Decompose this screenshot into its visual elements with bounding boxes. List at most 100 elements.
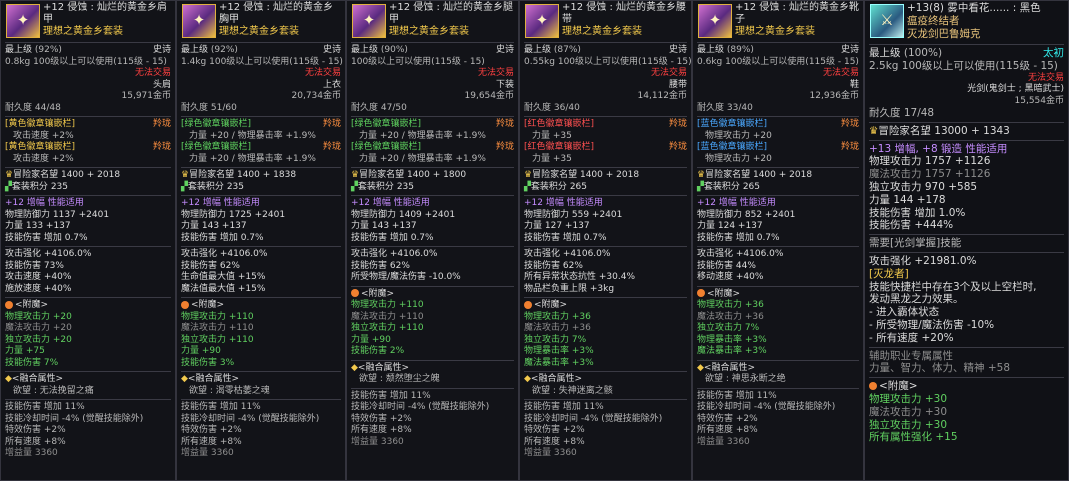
durability-label: 耐久度 — [524, 102, 552, 113]
weapon-ex-5: - 所有速度 +20% — [869, 331, 954, 344]
set-points-value: 235 — [396, 181, 414, 192]
emblem-slot-2[interactable]: [绿色徽章镶嵌栏] — [351, 142, 421, 154]
item-price: 14,112金币 — [637, 91, 688, 101]
enchant-stat: 魔法攻击力 +36 — [697, 311, 764, 322]
weapon-ench-2: 魔法攻击力 +30 — [869, 405, 947, 418]
enchant-stat: 技能伤害 2% — [351, 346, 405, 356]
enchant-stat: 力量 +90 — [351, 334, 391, 345]
item-req: 100级以上可以使用(115级 - 15) — [33, 56, 167, 67]
set-points-icon: ▞ — [697, 181, 704, 192]
fusion-title: <融合属性> — [187, 374, 240, 384]
fusion-line-5: 增益量 3360 — [181, 448, 234, 458]
emblem-stat-2: 物理攻击力 +20 — [705, 153, 772, 164]
enchant-stat: 技能伤害 3% — [181, 357, 235, 368]
fusion-title: <融合属性> — [530, 374, 583, 384]
item-rarity: 史诗 — [322, 45, 341, 55]
weapon-ench-3: 独立攻击力 +30 — [869, 418, 947, 431]
weapon-req: 100级以上可以使用(115级 - 15) — [901, 59, 1058, 72]
adv-label: 冒险家名望 — [532, 170, 578, 180]
item-set: 理想之黄金乡套装 — [562, 26, 642, 37]
item-req: 100级以上可以使用(115级 - 15) — [725, 56, 859, 67]
enchant-stat: 物理攻击力 +36 — [524, 311, 591, 322]
fusion-line-2: 技能冷却时间 -4% (觉醒技能除外) — [181, 413, 320, 424]
emblem-stat-1: 物理攻击力 +20 — [705, 130, 772, 141]
item-req: 100级以上可以使用(115级 - 15) — [351, 56, 485, 67]
weapon-icon[interactable]: ⚔ — [870, 4, 904, 38]
enchant-stat: 物理暴击率 +3% — [524, 346, 594, 356]
fusion-line-3: 特效伤害 +2% — [697, 413, 758, 424]
armor-icon[interactable]: ✦ — [352, 4, 386, 38]
weapon-pct: (100%) — [903, 47, 943, 59]
fame-icon: ♛ — [5, 170, 14, 180]
adv-label: 冒险家名望 — [189, 170, 235, 180]
item-durability: 47/50 — [380, 102, 407, 113]
emblem-stat-1: 力量 +20 / 物理暴击率 +1.9% — [359, 130, 486, 141]
emblem-slot-2[interactable]: [绿色徽章镶嵌栏] — [181, 142, 251, 154]
weapon-stat-6: 技能伤害 +444% — [869, 219, 954, 232]
amp-line: +12 增幅 性能适用 — [5, 198, 84, 208]
emblem-slot-1[interactable]: [红色徽章镶嵌栏] — [524, 119, 594, 131]
durability-label: 耐久度 — [351, 102, 379, 113]
base-stat-2: 力量 124 +137 — [697, 221, 763, 231]
set-points-icon: ▞ — [5, 181, 12, 192]
weapon-aux-2: 力量、智力、体力、精神 +58 — [869, 362, 1010, 375]
emblem-slot-1[interactable]: [黄色徽章镶嵌栏] — [5, 119, 75, 131]
option-stat: 攻击强化 +4106.0% — [697, 249, 784, 259]
base-stat-2: 力量 143 +137 — [351, 221, 417, 231]
weapon-ex-2: 发动黑龙之力效果。 — [869, 293, 964, 306]
base-stat-2: 力量 127 +137 — [524, 221, 590, 231]
item-slot: 下装 — [495, 79, 514, 90]
weapon-title: +13(8) 雾中看花...... : 黑色 — [907, 2, 1041, 14]
emblem-slot-2[interactable]: [黄色徽章镶嵌栏] — [5, 142, 75, 154]
base-stat-3: 技能伤害 增加 0.7% — [351, 232, 434, 243]
armor-tooltip-2: ✦ +12 侵蚀 : 灿烂的黄金乡胸甲 理想之黄金乡套装 最上级 (92%) 史诗… — [176, 0, 346, 481]
weapon-need: 需要[光剑掌握]技能 — [869, 237, 962, 250]
armor-icon[interactable]: ✦ — [698, 4, 732, 38]
set-points-label: 套装积分 — [357, 181, 394, 192]
option-stat: 施放速度 +40% — [5, 283, 72, 294]
fusion-line-4: 所有速度 +8% — [697, 425, 758, 435]
item-pct: (90%) — [380, 45, 408, 55]
emblem-slot-2[interactable]: [蓝色徽章镶嵌栏] — [697, 142, 767, 154]
weapon-class: 光剑(鬼剑士 ; 黑暗武士) — [967, 84, 1064, 95]
item-untradable: 无法交易 — [477, 68, 514, 78]
option-stat: 所有异常状态抗性 +30.4% — [524, 272, 635, 282]
armor-icon[interactable]: ✦ — [182, 4, 216, 38]
weapon-ench-1: 物理攻击力 +30 — [869, 393, 947, 406]
emblem-slot-1[interactable]: [绿色徽章镶嵌栏] — [181, 119, 251, 131]
item-untradable: 无法交易 — [822, 68, 859, 78]
weapon-untradable: 无法交易 — [1027, 72, 1064, 83]
item-rarity: 史诗 — [668, 45, 687, 55]
item-req: 100级以上可以使用(115级 - 15) — [209, 56, 343, 67]
option-stat: 所受物理/魔法伤害 -10.0% — [351, 272, 461, 282]
emblem-slot-1[interactable]: [蓝色徽章镶嵌栏] — [697, 119, 767, 131]
fusion-desire: 欲望 : 颓然堕尘之魄 — [359, 374, 440, 384]
armor-icon[interactable]: ✦ — [6, 4, 40, 38]
enchant-stat: 魔法攻击力 +36 — [524, 323, 591, 333]
weapon-weight: 2.5kg — [869, 59, 899, 72]
emblem-stat-2: 力量 +35 — [532, 153, 572, 164]
fusion-line-2: 技能冷却时间 -4% (觉醒技能除外) — [697, 402, 836, 412]
weapon-ench-4: 所有属性强化 +15 — [869, 431, 958, 444]
adv-label: 冒险家名望 — [13, 170, 59, 180]
item-title: +12 侵蚀 : 灿烂的黄金乡靴子 — [735, 2, 860, 25]
fusion-line-5: 增益量 3360 — [351, 436, 404, 447]
emblem-stat-1: 攻击速度 +2% — [13, 130, 74, 141]
armor-tooltip-1: ✦ +12 侵蚀 : 灿烂的黄金乡肩甲 理想之黄金乡套装 最上级 (92%) 史诗… — [0, 0, 176, 481]
weapon-set: 灭龙剑巴鲁姆克 — [907, 27, 981, 40]
base-stat-2: 力量 143 +137 — [181, 221, 247, 231]
enchant-stat: 物理暴击率 +3% — [697, 334, 767, 345]
item-set: 理想之黄金乡套装 — [389, 26, 469, 37]
emblem-stat-2: 攻击速度 +2% — [13, 153, 74, 164]
emblem-slot-2[interactable]: [红色徽章镶嵌栏] — [524, 142, 594, 154]
enchant-stat: 独立攻击力 +110 — [181, 334, 254, 345]
base-stat-1: 物理防御力 1725 +2401 — [181, 209, 286, 220]
fusion-desire: 欲望 : 失神迷离之骸 — [532, 385, 613, 396]
armor-icon[interactable]: ✦ — [525, 4, 559, 38]
socket-label-2: 羚珑 — [322, 142, 341, 152]
fame-icon: ♛ — [351, 170, 360, 180]
enchant-stat: 物理攻击力 +110 — [351, 300, 424, 310]
adv-value: 1400 + 2018 — [579, 170, 640, 180]
emblem-slot-1[interactable]: [绿色徽章镶嵌栏] — [351, 119, 421, 131]
fusion-line-4: 所有速度 +8% — [181, 436, 242, 447]
